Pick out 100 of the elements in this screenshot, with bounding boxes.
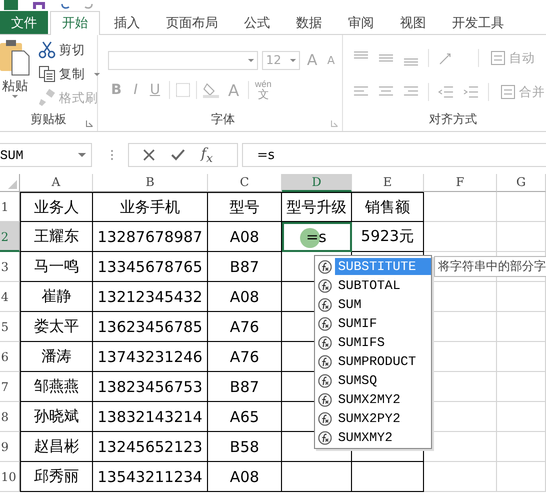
column-header[interactable]: B — [93, 174, 208, 192]
table-cell: A65 — [230, 408, 260, 426]
function-icon — [318, 278, 332, 292]
function-option[interactable]: SUMIFS — [335, 334, 388, 351]
function-icon — [318, 430, 332, 444]
table-cell: 业务人 — [34, 198, 79, 216]
table-cell: 13245652123 — [98, 438, 202, 456]
group-label: 对齐方式 — [428, 112, 477, 126]
function-option[interactable]: SUMSQ — [335, 372, 380, 389]
ribbon-tab[interactable]: 插入 — [102, 11, 152, 34]
table-cell: A08 — [230, 468, 260, 486]
cut-button[interactable]: 剪切 — [36, 39, 102, 61]
autocomplete-menu[interactable]: SUBSTITUTE SUBTOTAL SUM SUMIF SUMIFS SUMPRODUCT SUMSQ SUMX2MY2 SUMX2PY2 SUMXMY2 — [314, 255, 432, 449]
format-brush-icon — [38, 89, 56, 107]
table-cell: 型号 — [230, 198, 260, 216]
insert-function-button[interactable]: f$_{x}$ — [201, 146, 213, 164]
group-label: 字体 — [210, 112, 235, 126]
table-cell: 王耀东 — [34, 227, 79, 246]
function-option[interactable]: SUMXMY2 — [335, 429, 396, 446]
column-header[interactable]: G — [497, 174, 546, 192]
empty-cell[interactable] — [282, 462, 352, 492]
table-cell: A08 — [230, 228, 260, 246]
table-cell: A76 — [230, 348, 260, 366]
table-cell: 孙晓斌 — [34, 407, 79, 426]
function-icon — [318, 412, 332, 426]
row-header[interactable]: 6 — [0, 342, 20, 372]
row-header[interactable]: 7 — [0, 372, 20, 402]
table-cell: 赵昌彬 — [34, 437, 79, 456]
column-header[interactable]: D — [282, 174, 352, 192]
table-cell: 13345678765 — [98, 258, 202, 276]
dialog-launcher-icon[interactable] — [86, 120, 93, 127]
function-icon — [318, 336, 332, 350]
row-header[interactable]: 2 — [0, 222, 20, 252]
table-cell: B87 — [230, 258, 260, 276]
table-cell: 型号升级 — [286, 198, 346, 216]
table-cell: 13287678987 — [98, 228, 202, 246]
table-cell: 娄太平 — [34, 317, 79, 336]
merge-cells-icon — [500, 84, 516, 100]
function-icon — [318, 298, 332, 312]
function-option[interactable]: SUM — [335, 296, 364, 313]
table-cell: 5923元 — [360, 227, 414, 246]
row-header[interactable]: 1 — [0, 192, 20, 222]
table-cell: 业务手机 — [120, 198, 180, 216]
redo-icon[interactable] — [84, 4, 94, 10]
ribbon-tab[interactable]: 页面布局 — [154, 11, 230, 34]
wrap-text-icon — [490, 50, 506, 66]
table-cell: 13212345432 — [98, 288, 202, 306]
column-header[interactable]: F — [424, 174, 497, 192]
table-cell: 13543211234 — [98, 468, 202, 486]
table-cell: B87 — [230, 378, 260, 396]
function-icon — [318, 374, 332, 388]
checkmark-icon[interactable] — [171, 149, 185, 161]
function-icon — [318, 354, 332, 368]
copy-button[interactable]: 复制 — [36, 63, 102, 85]
cell-input[interactable]: =s — [282, 228, 326, 246]
function-option[interactable]: SUMPRODUCT — [335, 353, 420, 370]
table-cell: 销售额 — [365, 198, 410, 216]
function-option[interactable]: SUMX2MY2 — [335, 391, 404, 408]
row-header[interactable]: 5 — [0, 312, 20, 342]
row-header[interactable]: 8 — [0, 402, 20, 432]
row-header[interactable]: 10 — [0, 462, 20, 492]
select-all-icon[interactable] — [8, 180, 17, 189]
table-cell: 13623456785 — [98, 318, 202, 336]
save-icon[interactable] — [32, 2, 46, 10]
column-header[interactable]: E — [352, 174, 424, 192]
ribbon-tab[interactable]: 开始 — [50, 11, 100, 35]
formula-field[interactable]: =s — [242, 143, 546, 167]
function-tooltip: 将字符串中的部分字 — [434, 256, 546, 277]
table-cell: 邹燕燕 — [34, 377, 79, 396]
ribbon-tab[interactable]: 审阅 — [336, 11, 386, 34]
function-option[interactable]: SUMIF — [335, 315, 380, 332]
row-header[interactable]: 4 — [0, 282, 20, 312]
scissors-icon — [38, 41, 56, 59]
function-icon — [318, 316, 332, 330]
group-label: 剪贴板 — [30, 112, 66, 126]
function-icon — [318, 260, 332, 274]
undo-icon[interactable] — [60, 4, 70, 10]
table-cell: B58 — [230, 438, 260, 456]
ribbon-tab[interactable]: 视图 — [388, 11, 438, 34]
table-cell: 13743231246 — [98, 348, 202, 366]
table-cell: 崔静 — [42, 287, 72, 306]
function-option[interactable]: SUBTOTAL — [335, 277, 404, 294]
ribbon-tab[interactable]: 数据 — [284, 11, 334, 34]
table-cell: A08 — [230, 288, 260, 306]
name-box[interactable]: SUM — [0, 143, 92, 167]
column-header[interactable]: A — [20, 174, 93, 192]
row-header[interactable]: 9 — [0, 432, 20, 462]
column-header[interactable]: C — [208, 174, 282, 192]
copy-icon — [38, 65, 56, 83]
row-header[interactable]: 3 — [0, 252, 20, 282]
paste-button[interactable]: 粘贴 — [0, 37, 30, 111]
table-cell: 13832143214 — [98, 408, 202, 426]
table-cell: 潘涛 — [42, 347, 72, 366]
function-icon — [318, 392, 332, 406]
empty-cell[interactable] — [352, 462, 424, 492]
ribbon-tab[interactable]: 开发工具 — [440, 11, 516, 34]
function-option[interactable]: SUMX2PY2 — [335, 410, 404, 427]
table-cell: 13823456753 — [98, 378, 202, 396]
ribbon-tab[interactable]: 公式 — [232, 11, 282, 34]
cancel-icon[interactable] — [143, 149, 155, 161]
